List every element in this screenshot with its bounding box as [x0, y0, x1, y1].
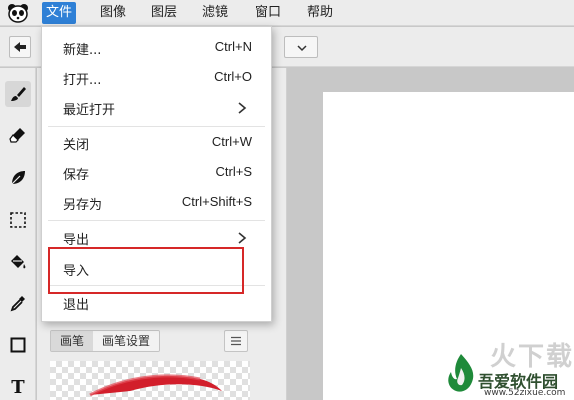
rectangle-tool[interactable] — [5, 332, 31, 358]
menu-item-shortcut: Ctrl+O — [214, 69, 252, 84]
menu-item-label: 最近打开 — [63, 103, 116, 118]
menu-item-label: 导出 — [63, 233, 90, 248]
arrow-left-icon — [14, 42, 26, 52]
brush-tool[interactable] — [5, 81, 31, 107]
site-watermark: 火下载 吾爱软件园 www.52zixue.com — [440, 330, 574, 400]
menu-item-label: 退出 — [63, 298, 90, 313]
watermark-url: www.52zixue.com — [484, 388, 566, 398]
chevron-right-icon — [238, 232, 247, 244]
menu-item-new[interactable]: 新建... Ctrl+N — [42, 34, 271, 62]
menu-item-save-as[interactable]: 另存为 Ctrl+Shift+S — [42, 189, 271, 217]
menu-item-save[interactable]: 保存 Ctrl+S — [42, 159, 271, 187]
menu-item-open[interactable]: 打开... Ctrl+O — [42, 64, 271, 92]
eyedropper-icon — [10, 296, 25, 312]
menu-item-shortcut: Ctrl+W — [211, 134, 252, 149]
hamburger-icon — [231, 336, 241, 346]
menu-image[interactable]: 图像 — [96, 2, 130, 24]
tab-brush-settings[interactable]: 画笔设置 — [93, 331, 160, 351]
selection-icon — [10, 212, 26, 228]
brush-stroke-preview — [89, 374, 222, 397]
tool-column: T — [0, 68, 36, 400]
menu-item-label: 另存为 — [63, 198, 103, 213]
menu-filter[interactable]: 滤镜 — [198, 2, 232, 24]
menu-item-label: 关闭 — [63, 138, 90, 153]
eraser-icon — [9, 128, 25, 143]
brush-icon — [11, 87, 26, 101]
text-icon: T — [11, 376, 25, 398]
rectangle-icon — [10, 337, 26, 353]
menu-file[interactable]: 文件 — [42, 2, 77, 24]
import-highlight-box — [48, 247, 244, 294]
tab-brush[interactable]: 画笔 — [51, 331, 94, 351]
menu-layer[interactable]: 图层 — [147, 2, 181, 24]
eyedropper-tool[interactable] — [5, 290, 31, 316]
brush-preview[interactable] — [50, 361, 250, 400]
menu-item-shortcut: Ctrl+Shift+S — [181, 194, 252, 209]
menu-item-close[interactable]: 关闭 Ctrl+W — [42, 129, 271, 157]
fill-tool[interactable] — [5, 249, 31, 275]
menu-item-recent[interactable]: 最近打开 — [42, 94, 271, 122]
menu-window[interactable]: 窗口 — [251, 2, 285, 24]
chevron-right-icon — [238, 102, 247, 114]
panda-logo-icon[interactable] — [7, 3, 29, 23]
leaf-icon — [11, 171, 25, 185]
menu-separator — [48, 126, 265, 127]
flame-logo-icon — [448, 354, 474, 392]
menu-help[interactable]: 帮助 — [303, 2, 337, 24]
text-tool[interactable]: T — [5, 374, 31, 400]
selection-tool[interactable] — [5, 207, 31, 233]
menu-item-shortcut: Ctrl+N — [214, 39, 252, 54]
smudge-tool[interactable] — [5, 165, 31, 191]
undo-button[interactable] — [9, 36, 31, 58]
menu-item-label: 打开... — [63, 73, 102, 88]
menu-separator — [48, 220, 265, 221]
bucket-icon — [11, 255, 26, 269]
menu-item-shortcut: Ctrl+S — [215, 164, 252, 179]
menu-item-label: 保存 — [63, 168, 90, 183]
menu-item-label: 新建... — [63, 43, 102, 58]
panel-menu-button[interactable] — [224, 330, 248, 352]
menu-bar: 文件 图像 图层 滤镜 窗口 帮助 — [0, 0, 574, 26]
chevron-down-icon — [297, 45, 307, 52]
option-dropdown[interactable] — [284, 36, 318, 58]
panel-tabs: 画笔 画笔设置 — [50, 330, 161, 352]
eraser-tool[interactable] — [5, 122, 31, 148]
